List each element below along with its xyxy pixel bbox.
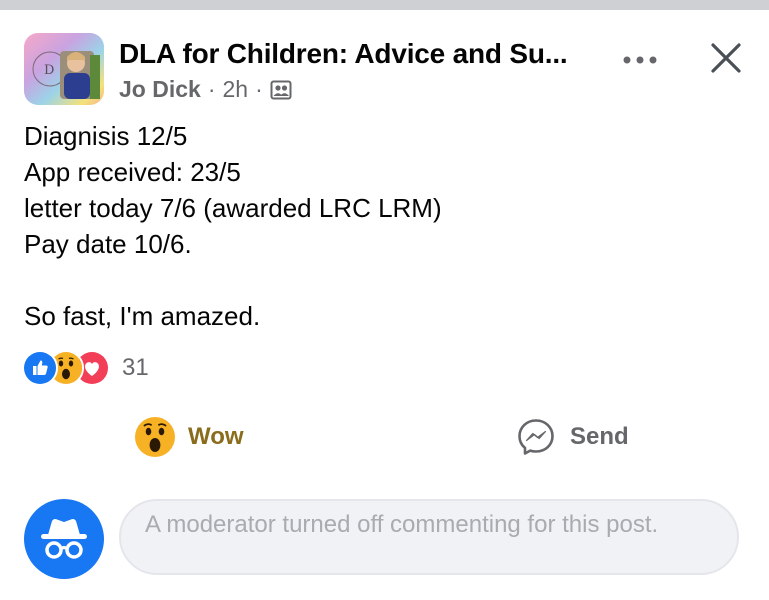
meta-separator: · [207,76,216,102]
wow-icon [135,417,175,457]
post-body-line: letter today 7/6 (awarded LRC LRM) [24,193,442,223]
more-options-button[interactable] [620,48,660,72]
post-meta: Jo Dick · 2h · [119,76,292,103]
author-name[interactable]: Jo Dick [119,76,201,103]
like-icon [22,350,58,386]
group-avatar[interactable]: D [24,33,104,105]
svg-text:D: D [44,63,54,78]
wow-reaction-button[interactable]: Wow [134,413,244,461]
post-body-spacer [24,262,442,298]
reaction-count[interactable]: 31 [122,354,149,382]
post-body-line: Diagnisis 12/5 [24,121,188,151]
comment-disabled-text: A moderator turned off commenting for th… [145,511,659,538]
group-icon [270,79,292,101]
post-body: Diagnisis 12/5 App received: 23/5 letter… [24,118,442,334]
top-divider [0,0,769,10]
anonymous-avatar [24,499,104,579]
wow-label: Wow [188,423,244,450]
more-icon [623,56,657,64]
reaction-summary[interactable]: 31 [22,350,149,386]
send-label: Send [570,423,629,450]
close-icon [711,43,741,73]
meta-separator: · [255,76,263,102]
incognito-icon [41,519,87,559]
send-button[interactable]: Send [516,413,629,461]
comment-disabled-field: A moderator turned off commenting for th… [119,499,739,575]
post-header: D DLA for Children: Advice and Su... Jo … [0,10,769,110]
close-button[interactable] [706,38,746,78]
post-time[interactable]: 2h [223,76,249,103]
messenger-icon [518,419,554,455]
post-body-closing: So fast, I'm amazed. [24,301,261,331]
post-body-line: Pay date 10/6. [24,229,192,259]
group-title[interactable]: DLA for Children: Advice and Su... [119,38,568,70]
post-body-line: App received: 23/5 [24,157,241,187]
